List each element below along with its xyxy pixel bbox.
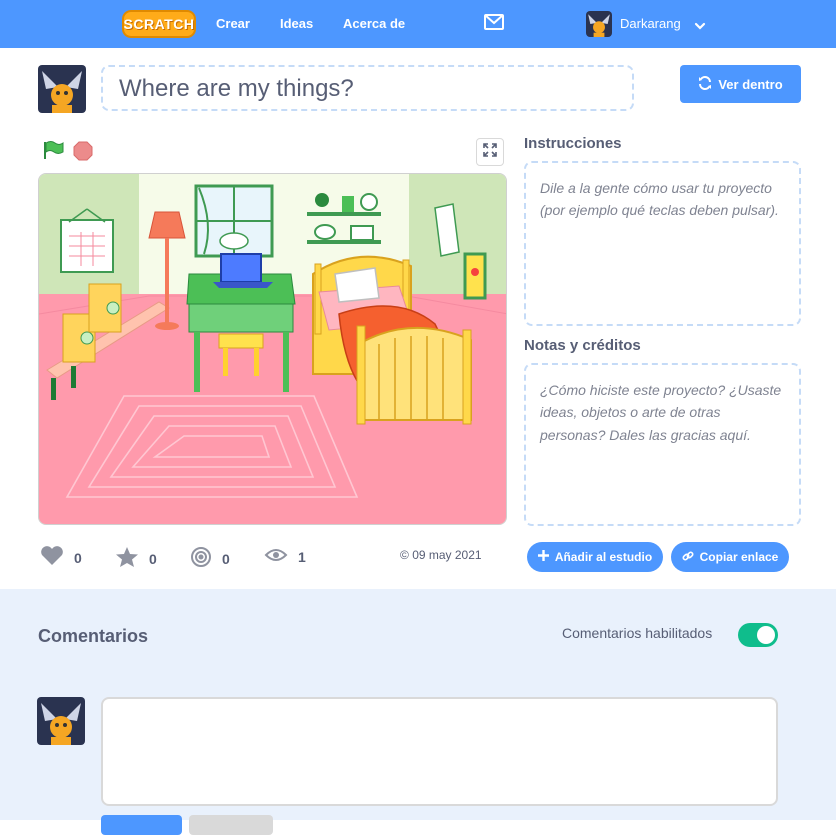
project-author-avatar[interactable] (38, 65, 86, 113)
project-title-input[interactable]: Where are my things? (101, 65, 634, 111)
comments-enabled-label: Comentarios habilitados (562, 625, 713, 641)
copyright-icon: © (400, 548, 409, 562)
green-flag-icon[interactable] (42, 140, 64, 165)
nav-link-create[interactable]: Crear (216, 16, 250, 31)
copy-link-label: Copiar enlace (699, 550, 779, 564)
see-inside-label: Ver dentro (718, 76, 783, 92)
cancel-comment-button[interactable] (189, 815, 273, 835)
shared-date-value: 09 may 2021 (412, 548, 482, 562)
user-name[interactable]: Darkarang (620, 16, 681, 31)
remix-arrows-icon (698, 75, 712, 93)
love-stat[interactable]: 0 (40, 546, 82, 569)
eye-icon (264, 546, 288, 567)
commenter-avatar (37, 697, 85, 745)
nav-link-ideas[interactable]: Ideas (280, 16, 313, 31)
add-to-studio-label: Añadir al estudio (554, 550, 653, 564)
comments-title: Comentarios (38, 626, 149, 646)
toggle-knob (757, 626, 775, 644)
chevron-down-icon[interactable] (694, 18, 706, 36)
stop-icon[interactable] (73, 141, 93, 161)
remix-spiral-icon (190, 546, 212, 571)
favorite-count: 0 (149, 550, 157, 567)
fullscreen-button[interactable] (476, 138, 504, 166)
post-comment-button[interactable] (101, 815, 182, 835)
views-stat: 1 (264, 546, 306, 567)
project-stage[interactable] (38, 173, 507, 525)
comments-enabled-toggle[interactable] (738, 623, 778, 647)
bedroom-scene-image (39, 174, 506, 524)
star-icon (115, 546, 139, 571)
see-inside-button[interactable]: Ver dentro (680, 65, 801, 103)
favorite-stat[interactable]: 0 (115, 546, 157, 571)
notes-credits-textarea[interactable]: ¿Cómo hiciste este proyecto? ¿Usaste ide… (524, 363, 801, 526)
copy-link-button[interactable]: Copiar enlace (671, 542, 789, 572)
link-icon (682, 550, 694, 565)
shared-date: © 09 may 2021 (400, 548, 482, 562)
remix-count: 0 (222, 550, 230, 567)
scratch-logo[interactable]: SCRATCH (122, 10, 196, 38)
add-to-studio-button[interactable]: Añadir al estudio (527, 542, 663, 572)
fullscreen-icon (483, 142, 497, 162)
notes-credits-heading: Notas y créditos (524, 337, 641, 354)
views-count: 1 (298, 548, 306, 565)
instructions-textarea[interactable]: Dile a la gente cómo usar tu proyecto (p… (524, 161, 801, 326)
user-avatar[interactable] (586, 11, 612, 37)
instructions-heading: Instrucciones (524, 135, 622, 152)
love-count: 0 (74, 549, 82, 566)
nav-link-about[interactable]: Acerca de (343, 16, 405, 31)
comment-textarea[interactable] (101, 697, 778, 806)
top-nav-bar: SCRATCH Crear Ideas Acerca de Darkarang (0, 0, 836, 48)
remix-stat: 0 (190, 546, 230, 571)
mail-icon[interactable] (484, 14, 504, 35)
heart-icon (40, 546, 64, 569)
plus-icon (537, 550, 549, 564)
